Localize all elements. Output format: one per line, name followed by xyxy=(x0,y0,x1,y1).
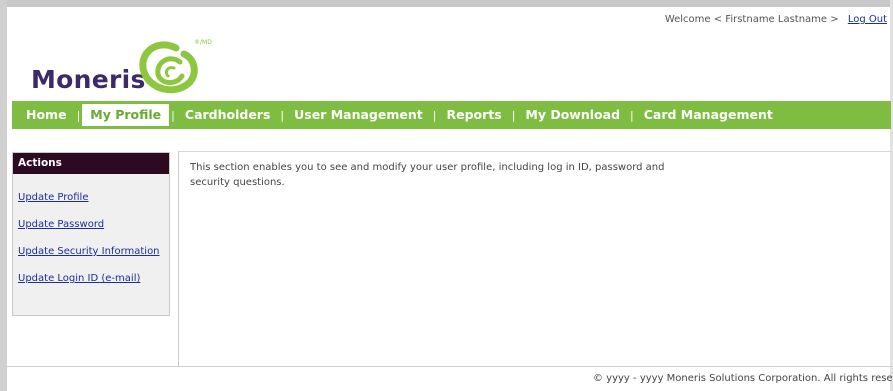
nav-item-user-management[interactable]: User Management xyxy=(286,104,431,126)
nav-item-card-management[interactable]: Card Management xyxy=(636,104,781,126)
welcome-bar: Welcome < Firstname Lastname > Log Out xyxy=(665,14,887,25)
update-login-id-link[interactable]: Update Login ID (e-mail) xyxy=(18,273,169,284)
update-password-link[interactable]: Update Password xyxy=(18,219,169,230)
nav-item-my-profile[interactable]: My Profile xyxy=(82,104,170,126)
nav-separator: | xyxy=(76,108,81,122)
nav-item-home[interactable]: Home xyxy=(12,104,75,126)
nav-item-cardholders[interactable]: Cardholders xyxy=(177,104,279,126)
footer-divider xyxy=(7,366,893,367)
content-top-divider xyxy=(178,151,893,152)
registered-mark: ®/MD xyxy=(194,39,212,46)
window-frame-left xyxy=(0,0,7,391)
window-frame-top xyxy=(0,0,893,7)
moneris-swirl-icon xyxy=(139,41,198,94)
nav-separator: | xyxy=(432,108,437,122)
logout-link[interactable]: Log Out xyxy=(848,14,887,25)
update-profile-link[interactable]: Update Profile xyxy=(18,192,169,203)
nav-separator: | xyxy=(511,108,516,122)
main-nav: Home | My Profile | Cardholders | User M… xyxy=(12,101,891,129)
nav-item-reports[interactable]: Reports xyxy=(438,104,509,126)
section-description: This section enables you to see and modi… xyxy=(190,162,665,188)
footer-copyright: © yyyy - yyyy Moneris Solutions Corporat… xyxy=(593,373,893,384)
logo-wordmark: Moneris xyxy=(31,65,146,94)
actions-sidebar: Actions Update Profile Update Password U… xyxy=(12,152,170,316)
content-left-divider xyxy=(178,152,179,366)
sidebar-links: Update Profile Update Password Update Se… xyxy=(13,174,169,284)
sidebar-header: Actions xyxy=(13,153,169,174)
nav-separator: | xyxy=(280,108,285,122)
nav-separator: | xyxy=(171,108,175,122)
nav-separator: | xyxy=(630,108,634,122)
update-security-information-link[interactable]: Update Security Information xyxy=(18,246,169,257)
moneris-logo: Moneris ®/MD xyxy=(30,38,230,98)
nav-item-my-download[interactable]: My Download xyxy=(517,104,628,126)
welcome-text: Welcome < Firstname Lastname > xyxy=(664,14,839,25)
